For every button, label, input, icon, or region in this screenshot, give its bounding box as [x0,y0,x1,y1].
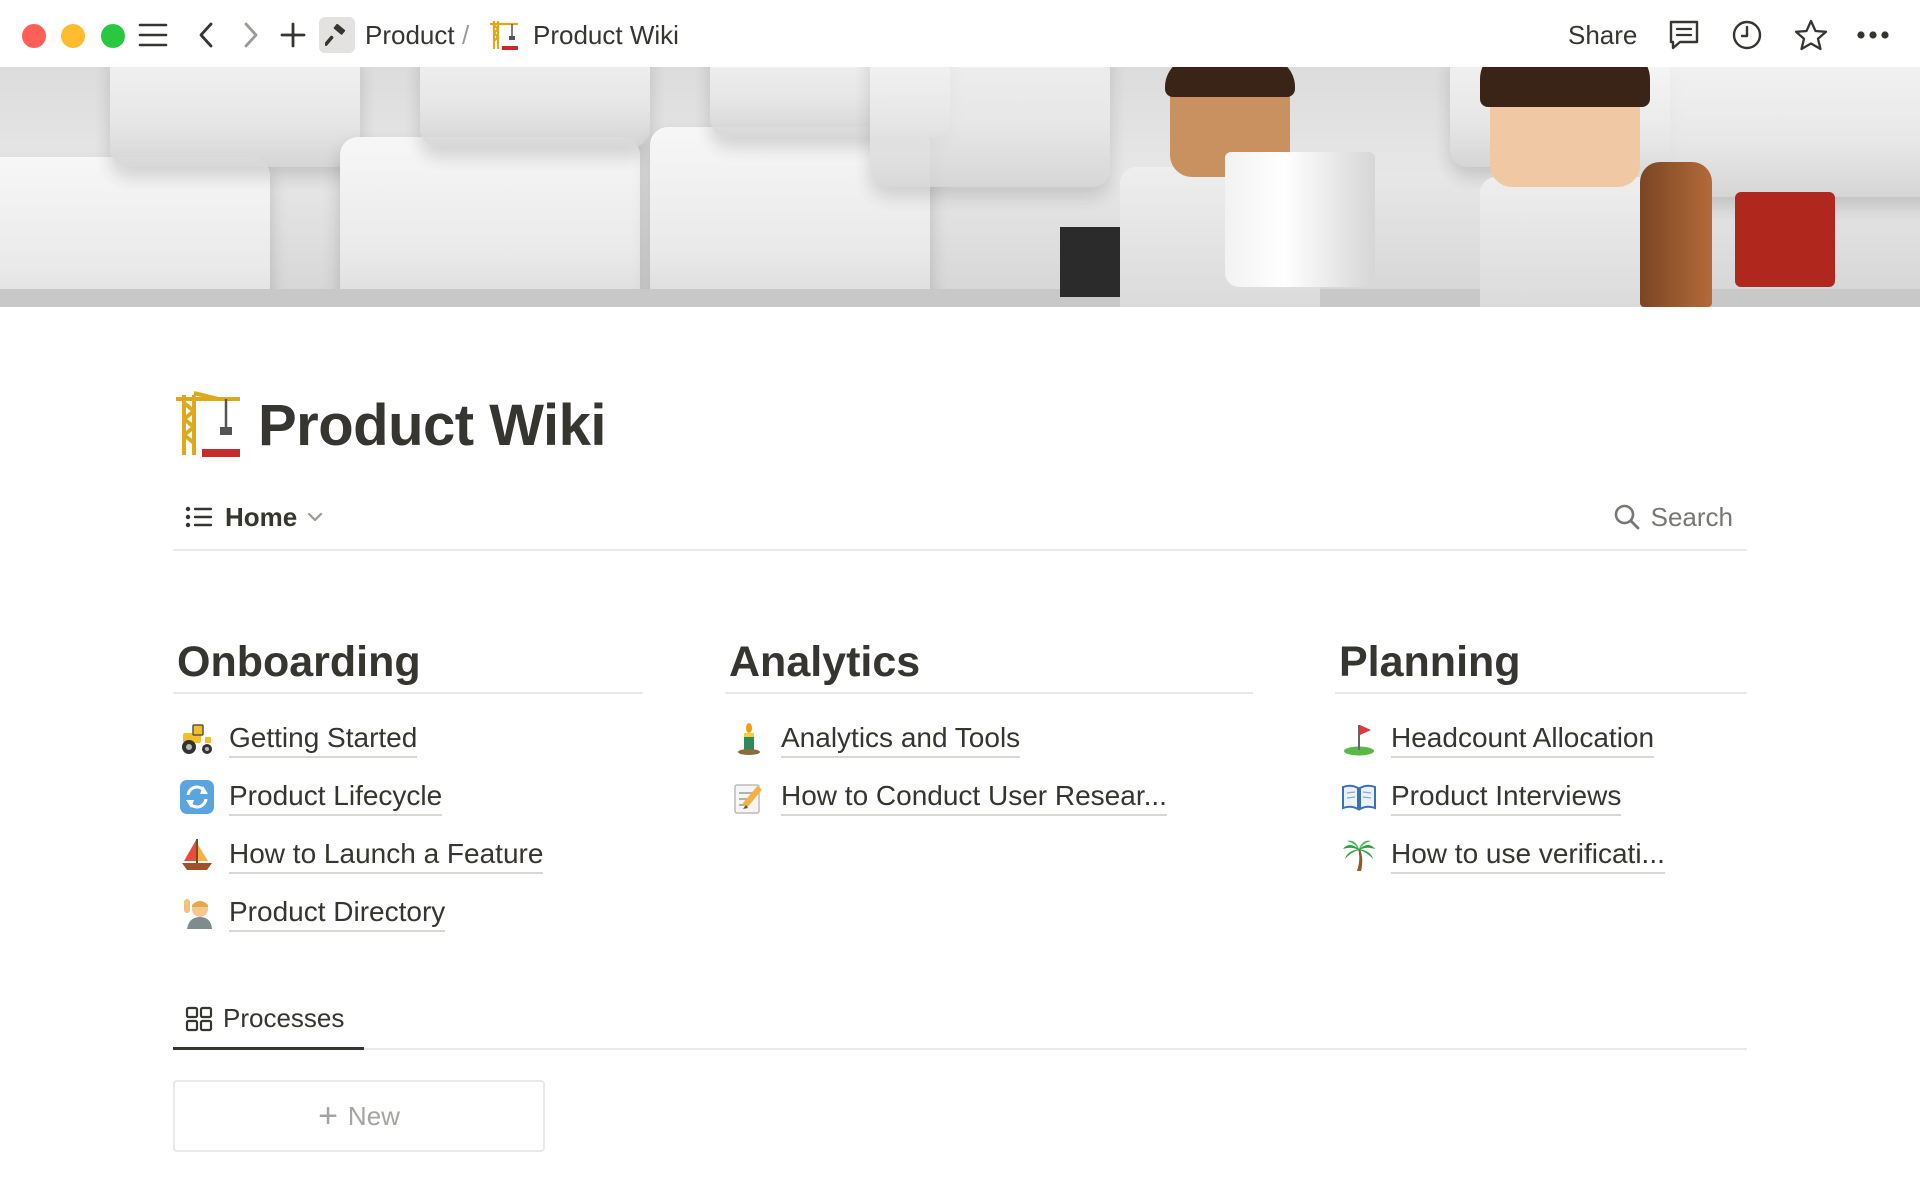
open-book-icon [1341,779,1377,815]
forward-button[interactable] [231,15,271,55]
more-dots-icon [1857,31,1889,39]
list-item-user-research[interactable]: How to Conduct User Resear... [725,768,1253,826]
list-item-label: How to Conduct User Resear... [781,778,1167,816]
comments-button[interactable] [1664,15,1704,55]
view-selector[interactable]: Home [185,497,335,537]
window-minimize-button[interactable] [61,24,85,48]
new-page-button[interactable] [273,15,313,55]
new-card-label: New [347,1100,400,1131]
column-heading-planning: Planning [1335,630,1747,694]
gallery-icon [185,1006,213,1031]
view-bar: Home Search [173,493,1747,551]
onboarding-list: Getting Started Product Lifecycle How to… [173,694,643,942]
chevron-left-icon [199,22,213,48]
window-zoom-button[interactable] [101,24,125,48]
tab-processes[interactable]: Processes [173,990,364,1050]
golf-flag-icon [1341,721,1377,757]
list-item-label: Product Directory [229,894,446,932]
plus-icon: + [318,1097,338,1135]
list-item-label: Analytics and Tools [781,720,1021,758]
list-icon [185,506,213,528]
top-bar: Product / Product Wiki Share [0,0,1920,67]
hamburger-menu-icon [138,23,168,47]
list-item-verification[interactable]: How to use verificati... [1335,826,1747,884]
list-item-launch-feature[interactable]: How to Launch a Feature [173,826,643,884]
view-selector-label: Home [225,501,298,532]
search-icon [1614,504,1640,530]
search-button[interactable]: Search [1613,497,1733,537]
star-icon [1794,19,1828,51]
cycle-arrows-icon [179,779,215,815]
hammer-icon [325,23,346,46]
back-button[interactable] [186,15,226,55]
planning-column: Planning Headcount Allocation Product In… [1335,630,1747,884]
more-options-button[interactable] [1853,15,1893,55]
palm-tree-icon [1341,837,1377,873]
list-item-getting-started[interactable]: Getting Started [173,710,643,768]
processes-tab-bar: Processes [173,990,1747,1050]
comment-icon [1669,20,1699,50]
list-item-label: How to use verificati... [1391,836,1665,874]
tab-processes-label: Processes [223,1003,345,1033]
breadcrumb-parent[interactable]: Product [365,17,455,53]
breadcrumb-separator: / [462,20,470,50]
analytics-column: Analytics Analytics and Tools How to Con… [725,630,1253,826]
candle-icon [731,721,767,757]
window-close-button[interactable] [22,24,46,48]
list-item-product-lifecycle[interactable]: Product Lifecycle [173,768,643,826]
list-item-headcount-allocation[interactable]: Headcount Allocation [1335,710,1747,768]
list-item-product-directory[interactable]: Product Directory [173,884,643,942]
search-label: Search [1650,501,1733,532]
column-heading-onboarding: Onboarding [173,630,643,694]
person-raising-hand-icon [179,895,215,931]
chevron-right-icon [244,22,258,48]
list-item-label: Product Interviews [1391,778,1622,816]
list-item-label: Getting Started [229,720,418,758]
clock-icon [1732,20,1762,50]
page-header: Product Wiki [172,385,606,465]
breadcrumb-parent-icon[interactable] [319,17,355,53]
updates-button[interactable] [1727,15,1767,55]
page-title[interactable]: Product Wiki [258,392,606,459]
onboarding-column: Onboarding Getting Started Product Lifec… [173,630,643,942]
chevron-down-icon [308,512,323,522]
column-heading-analytics: Analytics [725,630,1253,694]
memo-pencil-icon [731,779,767,815]
share-button[interactable]: Share [1568,15,1637,55]
sidebar-toggle-button[interactable] [133,15,173,55]
construction-crane-icon [176,391,240,457]
construction-crane-icon [490,21,518,50]
cover-image [0,67,1920,307]
list-item-analytics-tools[interactable]: Analytics and Tools [725,710,1253,768]
new-card-button[interactable]: + New [173,1080,545,1152]
list-item-label: Headcount Allocation [1391,720,1655,758]
favorite-button[interactable] [1791,15,1831,55]
sailboat-icon [179,837,215,873]
tractor-icon [179,721,215,757]
list-item-label: Product Lifecycle [229,778,443,816]
planning-list: Headcount Allocation Product Interviews … [1335,694,1747,884]
plus-icon [280,22,306,48]
breadcrumb-current[interactable]: Product Wiki [533,17,679,53]
list-item-product-interviews[interactable]: Product Interviews [1335,768,1747,826]
list-item-label: How to Launch a Feature [229,836,544,874]
analytics-list: Analytics and Tools How to Conduct User … [725,694,1253,826]
